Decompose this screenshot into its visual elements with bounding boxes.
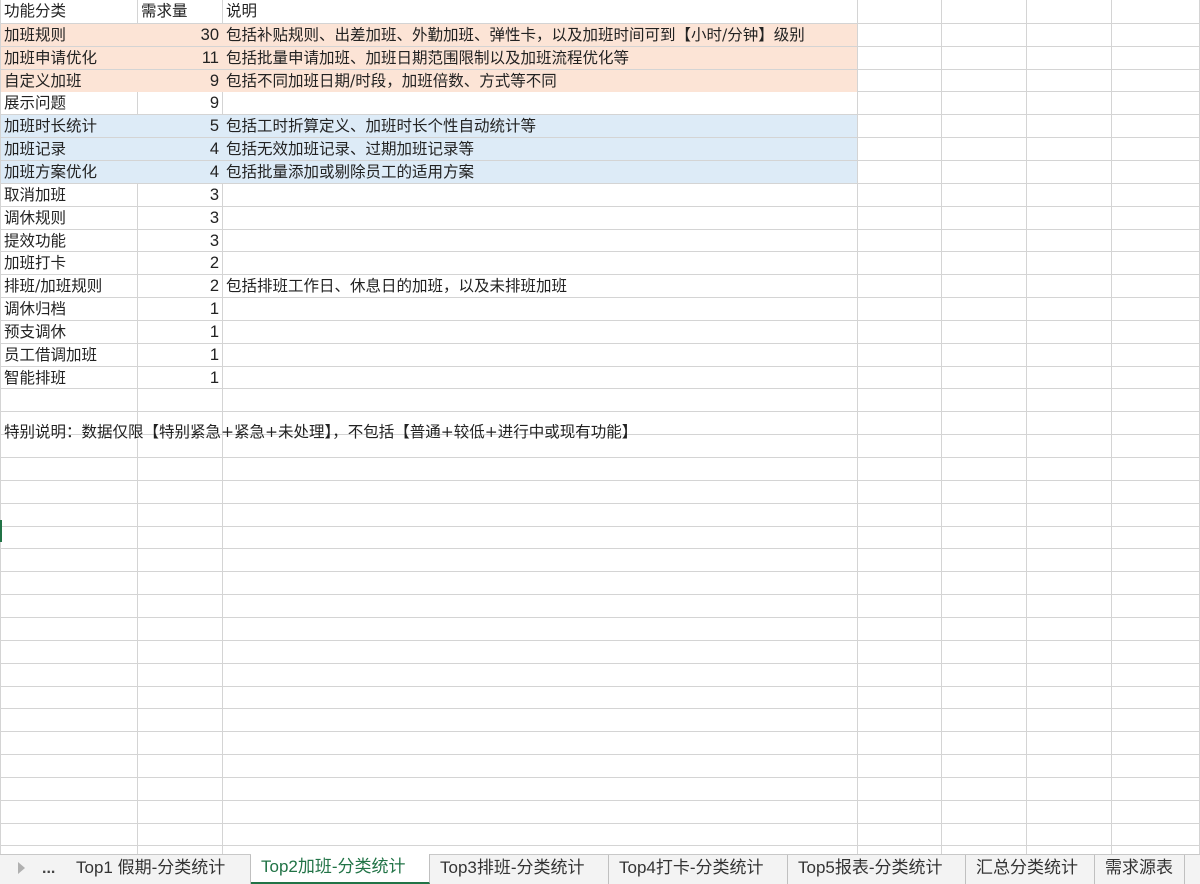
spreadsheet-grid[interactable]: 功能分类 需求量 说明 特别说明：数据仅限【特别紧急+紧急+未处理】，不包括【普… [0, 0, 1200, 854]
sheet-tab[interactable]: Top4打卡-分类统计 [609, 855, 788, 884]
column-gridline [1026, 0, 1027, 854]
column-gridline [857, 0, 858, 854]
footnote-cell[interactable]: 特别说明：数据仅限【特别紧急+紧急+未处理】，不包括【普通+较低+进行中或现有功… [1, 421, 637, 443]
note-cell[interactable]: 包括无效加班记录、过期加班记录等 [223, 138, 477, 160]
count-cell[interactable]: 3 [138, 184, 222, 206]
scroll-tabs-right-arrow-icon[interactable] [18, 862, 25, 874]
category-cell[interactable]: 调休规则 [1, 207, 137, 229]
note-cell[interactable]: 包括批量添加或剔除员工的适用方案 [223, 161, 477, 183]
category-cell[interactable]: 加班记录 [1, 138, 137, 160]
column-gridline [1111, 0, 1112, 854]
note-cell[interactable] [223, 184, 229, 206]
row-gridline [0, 640, 1200, 641]
sheet-tab[interactable]: 汇总分类统计 [966, 855, 1095, 884]
category-cell[interactable]: 取消加班 [1, 184, 137, 206]
note-cell[interactable]: 包括不同加班日期/时段，加班倍数、方式等不同 [223, 70, 560, 92]
category-cell[interactable]: 加班时长统计 [1, 115, 137, 137]
note-cell[interactable] [223, 92, 229, 114]
count-cell[interactable]: 9 [138, 70, 222, 92]
category-cell[interactable]: 员工借调加班 [1, 344, 137, 366]
header-note-cell[interactable]: 说明 [223, 0, 260, 22]
category-cell[interactable]: 加班申请优化 [1, 47, 137, 69]
count-cell[interactable]: 11 [138, 47, 222, 69]
note-cell[interactable] [223, 321, 229, 343]
category-cell[interactable]: 排班/加班规则 [1, 275, 137, 297]
category-cell[interactable]: 提效功能 [1, 230, 137, 252]
note-cell[interactable] [223, 367, 229, 389]
more-tabs-button[interactable]: ... [42, 855, 55, 882]
row-gridline [0, 526, 1200, 527]
count-cell[interactable]: 4 [138, 161, 222, 183]
note-cell[interactable] [223, 298, 229, 320]
row-gridline [0, 457, 1200, 458]
header-count-cell[interactable]: 需求量 [138, 0, 222, 22]
row-gridline [0, 686, 1200, 687]
row-gridline [0, 571, 1200, 572]
category-cell[interactable]: 加班打卡 [1, 252, 137, 274]
column-gridline [941, 0, 942, 854]
row-gridline [0, 754, 1200, 755]
category-cell[interactable]: 加班方案优化 [1, 161, 137, 183]
note-cell[interactable]: 包括排班工作日、休息日的加班，以及未排班加班 [223, 275, 570, 297]
category-cell[interactable]: 调休归档 [1, 298, 137, 320]
row-gridline [0, 617, 1200, 618]
row-gridline [0, 708, 1200, 709]
count-cell[interactable]: 1 [138, 298, 222, 320]
category-cell[interactable]: 预支调休 [1, 321, 137, 343]
sheet-tab[interactable]: Top5报表-分类统计 [788, 855, 966, 884]
header-category-cell[interactable]: 功能分类 [1, 0, 137, 22]
count-cell[interactable]: 2 [138, 275, 222, 297]
count-cell[interactable]: 3 [138, 207, 222, 229]
note-cell[interactable] [223, 230, 229, 252]
category-cell[interactable]: 展示问题 [1, 92, 137, 114]
row-gridline [0, 548, 1200, 549]
count-cell[interactable]: 1 [138, 344, 222, 366]
row-gridline [0, 845, 1200, 846]
row-gridline [0, 731, 1200, 732]
row-gridline [0, 800, 1200, 801]
row-gridline [0, 594, 1200, 595]
count-cell[interactable]: 3 [138, 230, 222, 252]
row-gridline [0, 663, 1200, 664]
count-cell[interactable]: 9 [138, 92, 222, 114]
row-gridline [0, 480, 1200, 481]
note-cell[interactable]: 包括补贴规则、出差加班、外勤加班、弹性卡，以及加班时间可到【小时/分钟】级别 [223, 24, 808, 46]
note-cell[interactable]: 包括批量申请加班、加班日期范围限制以及加班流程优化等 [223, 47, 632, 69]
count-cell[interactable]: 2 [138, 252, 222, 274]
sheet-tab[interactable]: Top3排班-分类统计 [430, 855, 609, 884]
count-cell[interactable]: 5 [138, 115, 222, 137]
count-cell[interactable]: 4 [138, 138, 222, 160]
row-gridline [0, 503, 1200, 504]
row-gridline [0, 411, 1200, 412]
category-cell[interactable]: 加班规则 [1, 24, 137, 46]
row-gridline [0, 823, 1200, 824]
count-cell[interactable]: 30 [138, 24, 222, 46]
note-cell[interactable] [223, 252, 229, 274]
selection-indicator [0, 520, 2, 542]
sheet-tab[interactable]: Top2加班-分类统计 [251, 854, 430, 884]
note-cell[interactable] [223, 207, 229, 229]
category-cell[interactable]: 自定义加班 [1, 70, 137, 92]
count-cell[interactable]: 1 [138, 367, 222, 389]
count-cell[interactable]: 1 [138, 321, 222, 343]
note-cell[interactable]: 包括工时折算定义、加班时长个性自动统计等 [223, 115, 539, 137]
category-cell[interactable]: 智能排班 [1, 367, 137, 389]
sheet-tab-bar: ... Top1 假期-分类统计 Top2加班-分类统计 Top3排班-分类统计 To… [0, 854, 1200, 884]
sheet-tab[interactable]: 需求源表 [1095, 855, 1185, 884]
note-cell[interactable] [223, 344, 229, 366]
row-gridline [0, 777, 1200, 778]
sheet-tab[interactable]: Top1 假期-分类统计 [66, 855, 251, 884]
